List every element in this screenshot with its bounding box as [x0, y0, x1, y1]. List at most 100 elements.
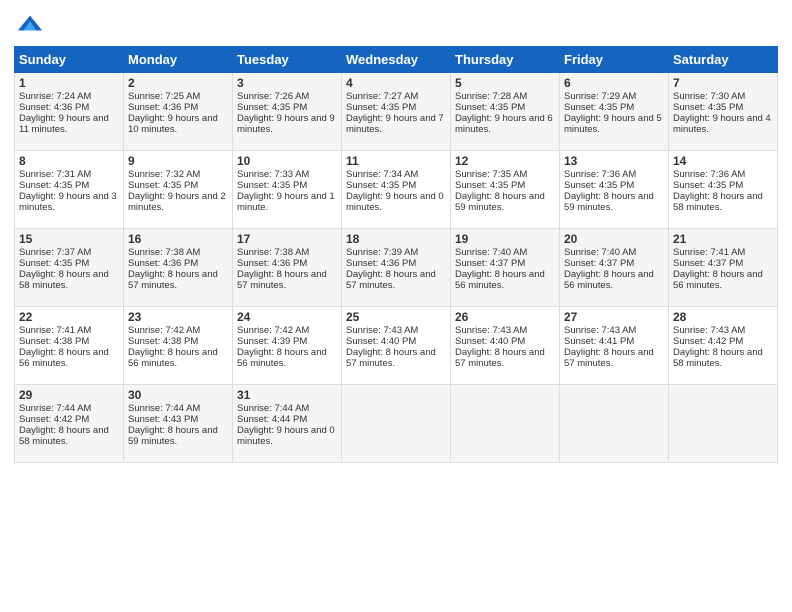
daylight-label: Daylight: 8 hours and 59 minutes. — [455, 191, 545, 213]
daylight-label: Daylight: 9 hours and 2 minutes. — [128, 191, 226, 213]
calendar-cell: 23Sunrise: 7:42 AMSunset: 4:38 PMDayligh… — [124, 307, 233, 385]
sunrise-label: Sunrise: 7:25 AM — [128, 91, 200, 102]
sunrise-label: Sunrise: 7:44 AM — [128, 403, 200, 414]
sunrise-label: Sunrise: 7:28 AM — [455, 91, 527, 102]
calendar-cell: 10Sunrise: 7:33 AMSunset: 4:35 PMDayligh… — [233, 151, 342, 229]
sunset-label: Sunset: 4:36 PM — [19, 102, 89, 113]
day-number: 12 — [455, 154, 555, 168]
calendar-cell: 19Sunrise: 7:40 AMSunset: 4:37 PMDayligh… — [451, 229, 560, 307]
sunrise-label: Sunrise: 7:24 AM — [19, 91, 91, 102]
sunset-label: Sunset: 4:35 PM — [237, 102, 307, 113]
sunset-label: Sunset: 4:42 PM — [673, 336, 743, 347]
calendar-cell: 7Sunrise: 7:30 AMSunset: 4:35 PMDaylight… — [669, 73, 778, 151]
daylight-label: Daylight: 8 hours and 58 minutes. — [19, 425, 109, 447]
sunrise-label: Sunrise: 7:40 AM — [564, 247, 636, 258]
sunrise-label: Sunrise: 7:40 AM — [455, 247, 527, 258]
daylight-label: Daylight: 8 hours and 57 minutes. — [455, 347, 545, 369]
calendar-cell: 28Sunrise: 7:43 AMSunset: 4:42 PMDayligh… — [669, 307, 778, 385]
sunrise-label: Sunrise: 7:37 AM — [19, 247, 91, 258]
header-day-monday: Monday — [124, 47, 233, 73]
header-day-wednesday: Wednesday — [342, 47, 451, 73]
calendar-cell: 16Sunrise: 7:38 AMSunset: 4:36 PMDayligh… — [124, 229, 233, 307]
calendar-cell: 30Sunrise: 7:44 AMSunset: 4:43 PMDayligh… — [124, 385, 233, 463]
sunrise-label: Sunrise: 7:35 AM — [455, 169, 527, 180]
calendar-cell: 17Sunrise: 7:38 AMSunset: 4:36 PMDayligh… — [233, 229, 342, 307]
sunrise-label: Sunrise: 7:42 AM — [128, 325, 200, 336]
daylight-label: Daylight: 8 hours and 58 minutes. — [673, 191, 763, 213]
sunset-label: Sunset: 4:41 PM — [564, 336, 634, 347]
sunset-label: Sunset: 4:35 PM — [237, 180, 307, 191]
calendar-cell: 21Sunrise: 7:41 AMSunset: 4:37 PMDayligh… — [669, 229, 778, 307]
header-day-tuesday: Tuesday — [233, 47, 342, 73]
daylight-label: Daylight: 8 hours and 59 minutes. — [128, 425, 218, 447]
header-day-thursday: Thursday — [451, 47, 560, 73]
calendar-cell: 11Sunrise: 7:34 AMSunset: 4:35 PMDayligh… — [342, 151, 451, 229]
day-number: 3 — [237, 76, 337, 90]
day-number: 18 — [346, 232, 446, 246]
day-number: 31 — [237, 388, 337, 402]
calendar-cell — [669, 385, 778, 463]
calendar-cell: 18Sunrise: 7:39 AMSunset: 4:36 PMDayligh… — [342, 229, 451, 307]
daylight-label: Daylight: 9 hours and 9 minutes. — [237, 113, 335, 135]
sunrise-label: Sunrise: 7:38 AM — [237, 247, 309, 258]
day-number: 11 — [346, 154, 446, 168]
logo — [14, 10, 44, 38]
sunset-label: Sunset: 4:44 PM — [237, 414, 307, 425]
calendar-cell: 27Sunrise: 7:43 AMSunset: 4:41 PMDayligh… — [560, 307, 669, 385]
day-number: 20 — [564, 232, 664, 246]
daylight-label: Daylight: 8 hours and 57 minutes. — [346, 347, 436, 369]
calendar-cell: 20Sunrise: 7:40 AMSunset: 4:37 PMDayligh… — [560, 229, 669, 307]
sunrise-label: Sunrise: 7:34 AM — [346, 169, 418, 180]
sunset-label: Sunset: 4:40 PM — [346, 336, 416, 347]
sunrise-label: Sunrise: 7:43 AM — [564, 325, 636, 336]
daylight-label: Daylight: 8 hours and 56 minutes. — [237, 347, 327, 369]
logo-icon — [16, 10, 44, 38]
sunset-label: Sunset: 4:35 PM — [19, 180, 89, 191]
calendar-cell: 2Sunrise: 7:25 AMSunset: 4:36 PMDaylight… — [124, 73, 233, 151]
day-number: 10 — [237, 154, 337, 168]
calendar-cell: 8Sunrise: 7:31 AMSunset: 4:35 PMDaylight… — [15, 151, 124, 229]
daylight-label: Daylight: 9 hours and 6 minutes. — [455, 113, 553, 135]
calendar-cell: 3Sunrise: 7:26 AMSunset: 4:35 PMDaylight… — [233, 73, 342, 151]
sunrise-label: Sunrise: 7:33 AM — [237, 169, 309, 180]
sunset-label: Sunset: 4:42 PM — [19, 414, 89, 425]
daylight-label: Daylight: 9 hours and 5 minutes. — [564, 113, 662, 135]
daylight-label: Daylight: 8 hours and 58 minutes. — [19, 269, 109, 291]
daylight-label: Daylight: 9 hours and 7 minutes. — [346, 113, 444, 135]
day-number: 23 — [128, 310, 228, 324]
header — [14, 10, 778, 38]
day-number: 14 — [673, 154, 773, 168]
calendar-header-row: SundayMondayTuesdayWednesdayThursdayFrid… — [15, 47, 778, 73]
daylight-label: Daylight: 8 hours and 59 minutes. — [564, 191, 654, 213]
sunset-label: Sunset: 4:37 PM — [455, 258, 525, 269]
daylight-label: Daylight: 9 hours and 1 minute. — [237, 191, 335, 213]
sunrise-label: Sunrise: 7:30 AM — [673, 91, 745, 102]
sunset-label: Sunset: 4:35 PM — [673, 180, 743, 191]
calendar-week-1: 1Sunrise: 7:24 AMSunset: 4:36 PMDaylight… — [15, 73, 778, 151]
daylight-label: Daylight: 9 hours and 10 minutes. — [128, 113, 218, 135]
sunrise-label: Sunrise: 7:36 AM — [564, 169, 636, 180]
day-number: 26 — [455, 310, 555, 324]
day-number: 15 — [19, 232, 119, 246]
sunset-label: Sunset: 4:35 PM — [455, 180, 525, 191]
daylight-label: Daylight: 8 hours and 56 minutes. — [128, 347, 218, 369]
daylight-label: Daylight: 9 hours and 0 minutes. — [346, 191, 444, 213]
sunrise-label: Sunrise: 7:44 AM — [19, 403, 91, 414]
calendar-cell: 4Sunrise: 7:27 AMSunset: 4:35 PMDaylight… — [342, 73, 451, 151]
calendar-cell: 25Sunrise: 7:43 AMSunset: 4:40 PMDayligh… — [342, 307, 451, 385]
sunset-label: Sunset: 4:35 PM — [455, 102, 525, 113]
day-number: 24 — [237, 310, 337, 324]
sunrise-label: Sunrise: 7:41 AM — [673, 247, 745, 258]
sunset-label: Sunset: 4:36 PM — [128, 258, 198, 269]
day-number: 8 — [19, 154, 119, 168]
calendar-week-3: 15Sunrise: 7:37 AMSunset: 4:35 PMDayligh… — [15, 229, 778, 307]
sunrise-label: Sunrise: 7:42 AM — [237, 325, 309, 336]
day-number: 2 — [128, 76, 228, 90]
day-number: 28 — [673, 310, 773, 324]
calendar-cell — [560, 385, 669, 463]
calendar-cell: 26Sunrise: 7:43 AMSunset: 4:40 PMDayligh… — [451, 307, 560, 385]
sunrise-label: Sunrise: 7:26 AM — [237, 91, 309, 102]
day-number: 6 — [564, 76, 664, 90]
day-number: 7 — [673, 76, 773, 90]
calendar-cell: 9Sunrise: 7:32 AMSunset: 4:35 PMDaylight… — [124, 151, 233, 229]
